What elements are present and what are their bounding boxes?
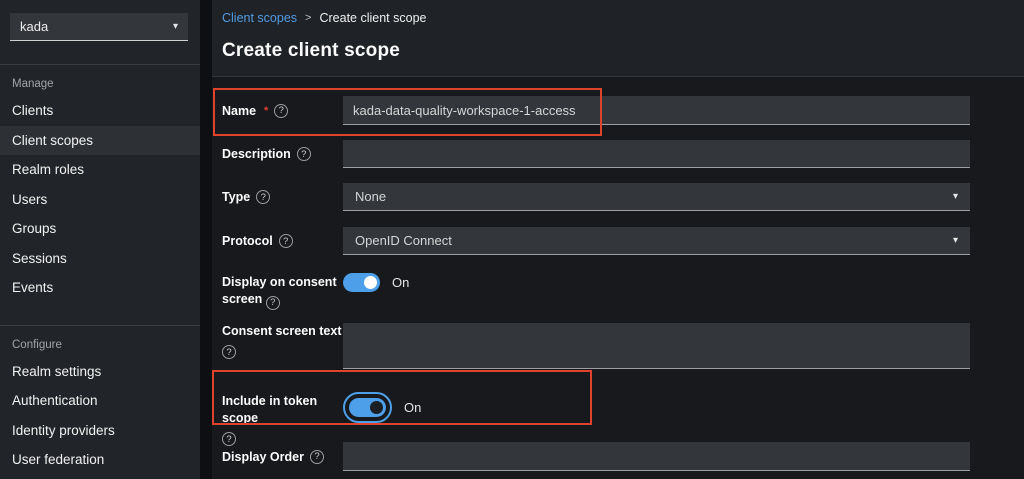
form-row-name: Name * ? [222, 96, 1024, 125]
sidebar-item-groups[interactable]: Groups [0, 214, 200, 244]
protocol-label-group: Protocol ? [222, 227, 343, 255]
chevron-down-icon: ▾ [953, 235, 958, 246]
breadcrumb-separator-icon: > [305, 12, 311, 24]
form-row-description: Description ? [222, 140, 1024, 168]
display-on-consent-label-group: Display on consent screen ? [222, 271, 343, 323]
display-order-input-col [343, 442, 1024, 471]
protocol-select-value: OpenID Connect [355, 233, 452, 248]
form-row-consent-screen-text: Consent screen text ? [222, 323, 1024, 374]
help-icon[interactable]: ? [297, 147, 311, 161]
form-row-display-on-consent: Display on consent screen ? On [222, 271, 1024, 323]
realm-selector[interactable]: kada ▾ [10, 13, 188, 41]
description-label-group: Description ? [222, 140, 343, 168]
include-in-token-scope-input-col: On [343, 386, 1024, 430]
name-label-group: Name * ? [222, 96, 343, 125]
sidebar-item-realm-settings[interactable]: Realm settings [0, 357, 200, 387]
consent-screen-text-input-col [343, 323, 1024, 374]
sidebar: kada ▾ Manage Clients Client scopes Real… [0, 0, 200, 479]
help-icon[interactable]: ? [222, 345, 236, 359]
display-order-label-group: Display Order ? [222, 442, 343, 471]
display-on-consent-input-col: On [343, 271, 1024, 323]
sidebar-item-authentication[interactable]: Authentication [0, 386, 200, 416]
name-input[interactable] [343, 96, 970, 125]
toggle-focus-ring [343, 392, 392, 423]
protocol-input-col: OpenID Connect ▾ [343, 227, 1024, 255]
description-input-col [343, 140, 1024, 168]
breadcrumb-current: Create client scope [319, 11, 426, 25]
main-content: Client scopes > Create client scope Crea… [212, 0, 1024, 479]
description-input[interactable] [343, 140, 970, 168]
sidebar-item-identity-providers[interactable]: Identity providers [0, 416, 200, 446]
type-label: Type [222, 190, 250, 204]
type-select[interactable]: None ▾ [343, 183, 970, 211]
name-label: Name [222, 104, 256, 118]
consent-screen-text-label: Consent screen text ? [222, 323, 341, 360]
required-asterisk: * [264, 105, 268, 117]
breadcrumb: Client scopes > Create client scope [222, 11, 1024, 25]
include-in-token-scope-toggle[interactable] [349, 398, 386, 417]
type-select-value: None [355, 189, 386, 204]
help-icon[interactable]: ? [310, 450, 324, 464]
consent-screen-text-label-group: Consent screen text ? [222, 323, 343, 374]
chevron-down-icon: ▾ [953, 191, 958, 202]
realm-selector-value: kada [20, 19, 48, 34]
sidebar-item-user-federation[interactable]: User federation [0, 445, 200, 475]
toggle-knob [364, 276, 377, 289]
help-icon[interactable]: ? [256, 190, 270, 204]
sidebar-section-manage: Manage [0, 65, 200, 96]
sidebar-item-events[interactable]: Events [0, 273, 200, 303]
form-row-type: Type ? None ▾ [222, 183, 1024, 211]
include-in-token-scope-label-group: Include in token scope ? [222, 386, 343, 430]
page-title: Create client scope [222, 40, 1024, 62]
include-in-token-scope-toggle-row: On [343, 386, 1024, 423]
help-icon[interactable]: ? [279, 234, 293, 248]
type-label-group: Type ? [222, 183, 343, 211]
help-icon[interactable]: ? [266, 296, 280, 310]
sidebar-item-client-scopes[interactable]: Client scopes [0, 126, 200, 156]
display-order-input[interactable] [343, 442, 970, 471]
sidebar-item-clients[interactable]: Clients [0, 96, 200, 126]
include-in-token-scope-label: Include in token scope ? [222, 386, 343, 447]
sidebar-item-realm-roles[interactable]: Realm roles [0, 155, 200, 185]
display-order-label: Display Order [222, 450, 304, 464]
type-input-col: None ▾ [343, 183, 1024, 211]
display-on-consent-state: On [392, 275, 409, 290]
sidebar-content-divider [200, 0, 212, 479]
description-label: Description [222, 147, 291, 161]
toggle-knob [370, 401, 383, 414]
display-on-consent-toggle-row: On [343, 271, 1024, 292]
create-client-scope-form: Name * ? Description ? Type ? [212, 77, 1024, 471]
form-row-display-order: Display Order ? [222, 442, 1024, 471]
include-in-token-scope-state: On [404, 400, 421, 415]
form-row-protocol: Protocol ? OpenID Connect ▾ [222, 227, 1024, 255]
sidebar-item-sessions[interactable]: Sessions [0, 244, 200, 274]
page-header: Client scopes > Create client scope Crea… [212, 0, 1024, 77]
form-row-include-in-token-scope: Include in token scope ? On [222, 386, 1024, 430]
protocol-label: Protocol [222, 234, 273, 248]
help-icon[interactable]: ? [274, 104, 288, 118]
display-on-consent-label: Display on consent screen ? [222, 274, 343, 310]
breadcrumb-client-scopes-link[interactable]: Client scopes [222, 11, 297, 25]
consent-screen-text-input[interactable] [343, 323, 970, 369]
display-on-consent-toggle[interactable] [343, 273, 380, 292]
name-input-col [343, 96, 1024, 125]
sidebar-section-configure: Configure [0, 326, 200, 357]
sidebar-item-users[interactable]: Users [0, 185, 200, 215]
protocol-select[interactable]: OpenID Connect ▾ [343, 227, 970, 255]
chevron-down-icon: ▾ [173, 21, 178, 32]
